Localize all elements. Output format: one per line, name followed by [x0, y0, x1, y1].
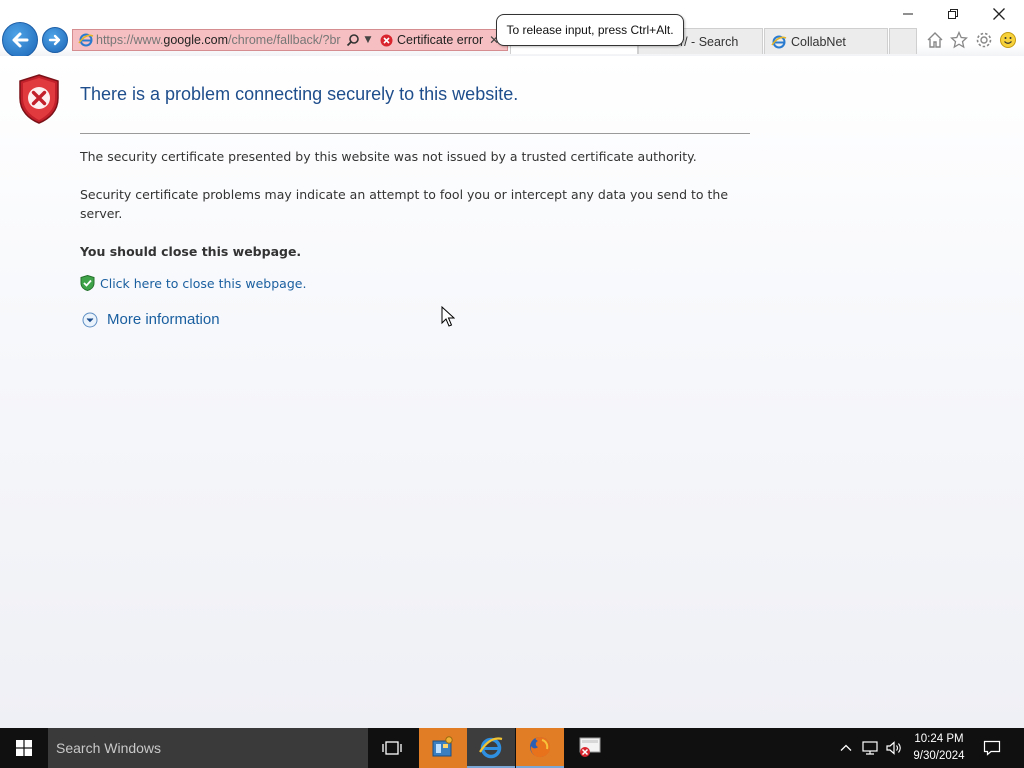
cert-error-icon — [380, 34, 393, 46]
cert-error-button[interactable]: Certificate error ✕ — [380, 30, 499, 50]
new-tab-button[interactable] — [889, 28, 917, 54]
network-icon[interactable] — [860, 738, 880, 758]
more-information-link[interactable]: More information — [107, 311, 220, 328]
shield-check-icon — [80, 275, 95, 291]
taskbar-clock[interactable]: 10:24 PM 9/30/2024 — [908, 731, 970, 765]
task-view-button[interactable] — [368, 728, 416, 768]
clock-date: 9/30/2024 — [913, 750, 965, 762]
url-prefix: https://www. — [96, 33, 164, 47]
tab-label: CollabNet — [791, 34, 846, 49]
close-page-link[interactable]: Click here to close this webpage. — [100, 276, 306, 291]
url-path: /chrome/fallback/?br — [228, 33, 341, 47]
ie-page-icon — [771, 35, 787, 48]
input-release-tooltip: To release input, press Ctrl+Alt. — [496, 14, 684, 46]
address-dropdown-icon[interactable]: ▼ — [362, 35, 374, 45]
taskbar-app-firefox[interactable] — [516, 728, 564, 768]
taskbar-search-box[interactable]: Search Windows — [48, 728, 368, 768]
page-title: There is a problem connecting securely t… — [80, 84, 519, 104]
close-page-row[interactable]: Click here to close this webpage. — [80, 275, 306, 291]
back-button[interactable] — [2, 22, 38, 58]
chevron-up-icon[interactable] — [836, 738, 856, 758]
expand-icon — [82, 312, 98, 327]
taskbar-app-control-panel[interactable] — [419, 728, 467, 768]
forward-button[interactable] — [42, 27, 68, 53]
minimize-button[interactable] — [893, 2, 923, 26]
ie-page-icon — [76, 30, 96, 50]
restore-button[interactable] — [938, 2, 968, 26]
address-bar[interactable]: https://www.google.com/chrome/fallback/?… — [72, 29, 508, 51]
task-view-icon — [382, 741, 402, 755]
taskbar-app-ie[interactable] — [467, 728, 515, 768]
url-text[interactable]: https://www.google.com/chrome/fallback/?… — [96, 33, 344, 47]
close-window-button[interactable] — [984, 2, 1014, 26]
search-placeholder: Search Windows — [56, 740, 162, 756]
start-button[interactable] — [0, 728, 48, 768]
clock-time: 10:24 PM — [914, 733, 964, 745]
windows-logo-icon — [16, 740, 32, 756]
taskbar: Search Windows 10:24 PM 9/30/2024 — [0, 728, 1024, 768]
tab-collabnet[interactable]: CollabNet — [764, 28, 888, 54]
close-advice: You should close this webpage. — [80, 244, 302, 259]
cert-warning-text: Security certificate problems may indica… — [80, 187, 729, 221]
app-error-icon — [579, 737, 601, 757]
firefox-icon — [530, 737, 551, 758]
control-panel-icon — [432, 736, 453, 757]
notification-icon[interactable] — [982, 738, 1002, 758]
volume-icon[interactable] — [884, 738, 904, 758]
cert-issue-text: The security certificate presented by th… — [80, 149, 697, 164]
minimize-icon — [903, 13, 913, 15]
cert-error-label: Certificate error — [397, 33, 484, 47]
tooltip-text: To release input, press Ctrl+Alt. — [506, 23, 674, 37]
restore-icon — [948, 9, 958, 19]
home-icon[interactable] — [924, 29, 946, 51]
divider — [80, 133, 750, 134]
mouse-cursor-icon — [441, 306, 455, 327]
browser-chrome: https://www.google.com/chrome/fallback/?… — [0, 0, 1024, 58]
close-icon — [993, 8, 1005, 20]
settings-icon[interactable] — [973, 29, 995, 51]
shield-error-icon — [19, 74, 59, 124]
back-icon — [12, 32, 29, 48]
url-host: google.com — [163, 33, 229, 47]
forward-icon — [48, 34, 61, 46]
smiley-icon[interactable] — [997, 29, 1019, 51]
error-page: There is a problem connecting securely t… — [0, 56, 1024, 728]
taskbar-app-error[interactable] — [566, 728, 614, 768]
more-information-toggle[interactable]: More information — [82, 311, 220, 328]
search-icon[interactable] — [344, 30, 362, 50]
ie-icon — [479, 737, 503, 759]
favorites-icon[interactable] — [948, 29, 970, 51]
